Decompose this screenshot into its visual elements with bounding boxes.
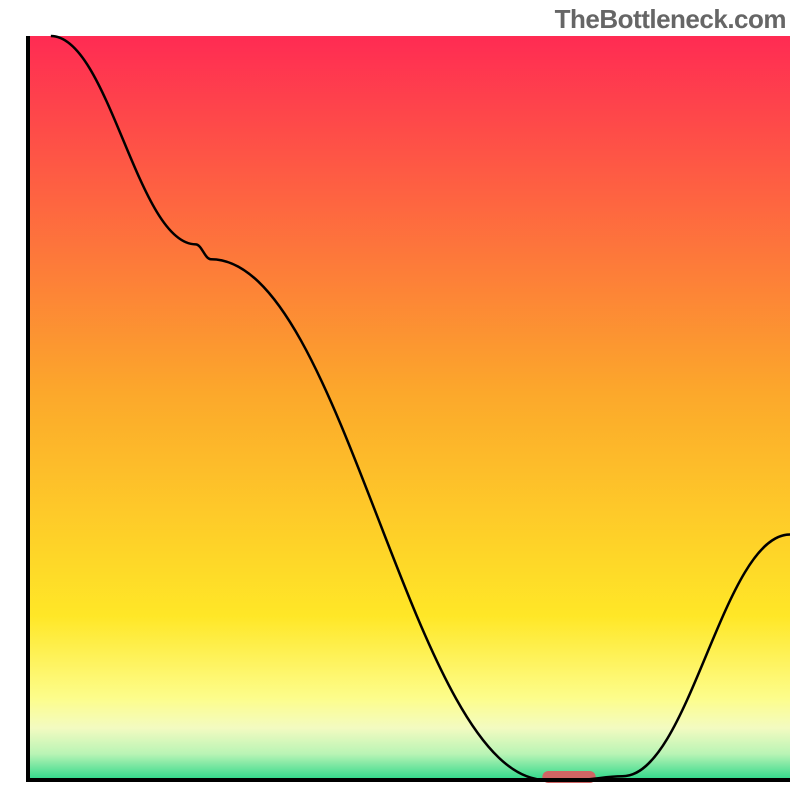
chart-container: TheBottleneck.com <box>0 0 800 800</box>
plot-background <box>28 36 790 780</box>
chart-svg <box>0 0 800 800</box>
